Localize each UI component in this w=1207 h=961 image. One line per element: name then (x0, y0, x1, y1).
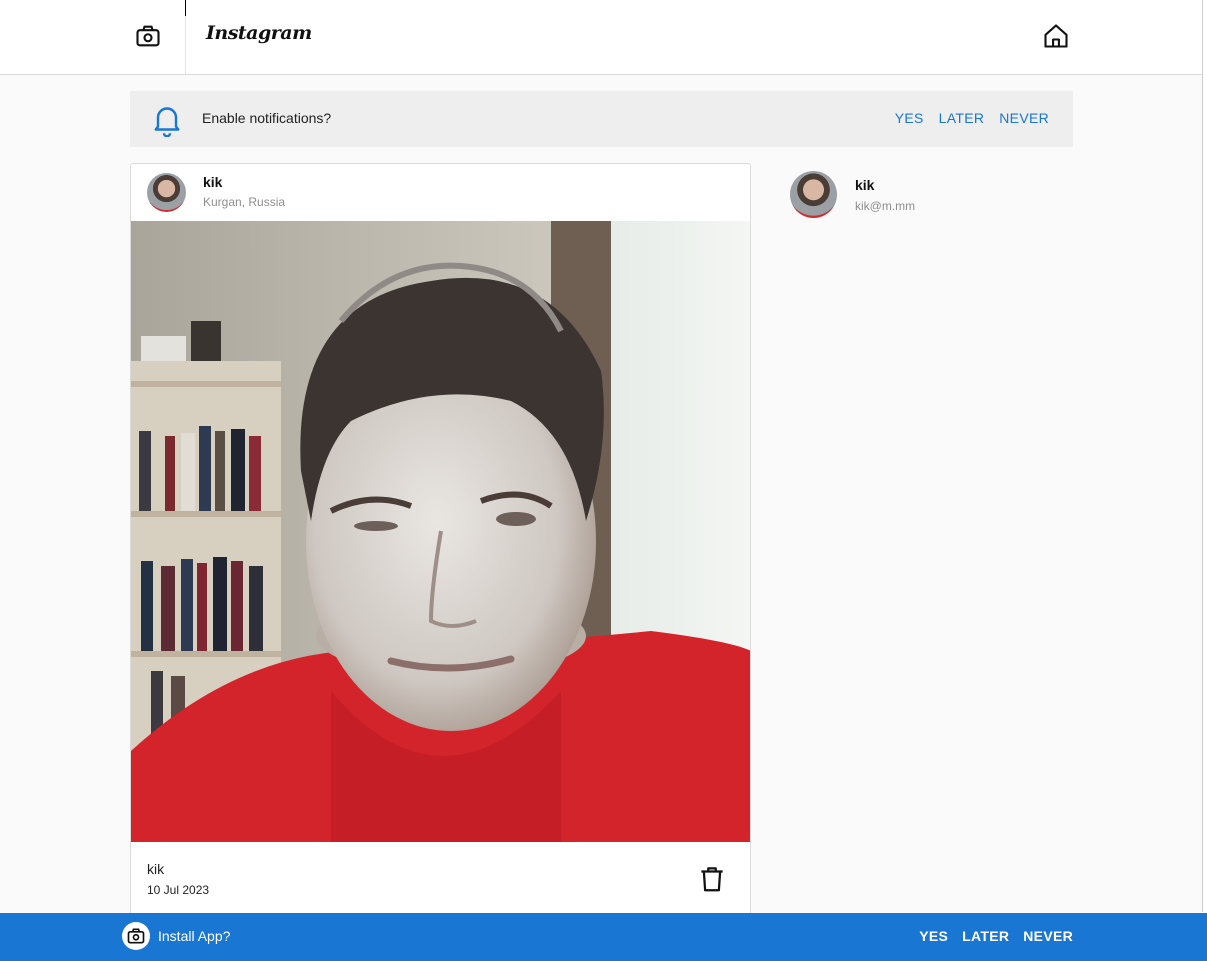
profile-avatar[interactable] (790, 171, 837, 218)
home-button[interactable] (1038, 18, 1074, 54)
camera-icon (136, 25, 160, 47)
post-author-name[interactable]: kik (203, 174, 222, 190)
notification-later-button[interactable]: LATER (939, 110, 985, 126)
notification-never-button[interactable]: NEVER (999, 110, 1049, 126)
install-never-button[interactable]: NEVER (1023, 928, 1073, 944)
camera-button[interactable] (130, 18, 166, 54)
post-date: 10 Jul 2023 (147, 883, 210, 897)
instagram-logo[interactable]: Instagram (206, 22, 312, 44)
post-card: kik Kurgan, Russia kik 10 Jul 2023 (130, 163, 751, 923)
header-divider-accent (185, 0, 186, 16)
install-later-button[interactable]: LATER (962, 928, 1009, 944)
camera-icon (127, 928, 145, 944)
home-icon (1044, 24, 1068, 48)
post-photo-illustration (131, 221, 750, 842)
post-caption: kik (147, 861, 165, 877)
profile-name[interactable]: kik (855, 177, 874, 193)
notification-banner: Enable notifications? YES LATER NEVER (130, 91, 1073, 147)
install-icon-badge (122, 922, 150, 950)
page-scrollbar[interactable] (1202, 0, 1207, 912)
post-image (131, 221, 750, 842)
profile-email: kik@m.mm (855, 199, 916, 213)
install-yes-button[interactable]: YES (919, 928, 948, 944)
install-actions: YES LATER NEVER (919, 928, 1073, 944)
notification-message: Enable notifications? (202, 110, 332, 126)
app-header: Instagram (0, 0, 1203, 75)
notification-actions: YES LATER NEVER (895, 110, 1049, 126)
bell-icon (154, 107, 180, 137)
install-message: Install App? (158, 928, 231, 944)
post-author-avatar[interactable] (147, 173, 186, 212)
install-app-banner: Install App? YES LATER NEVER (0, 913, 1207, 961)
trash-icon[interactable] (697, 864, 727, 894)
post-header: kik Kurgan, Russia (131, 164, 750, 222)
notification-yes-button[interactable]: YES (895, 110, 924, 126)
post-location: Kurgan, Russia (203, 195, 286, 209)
